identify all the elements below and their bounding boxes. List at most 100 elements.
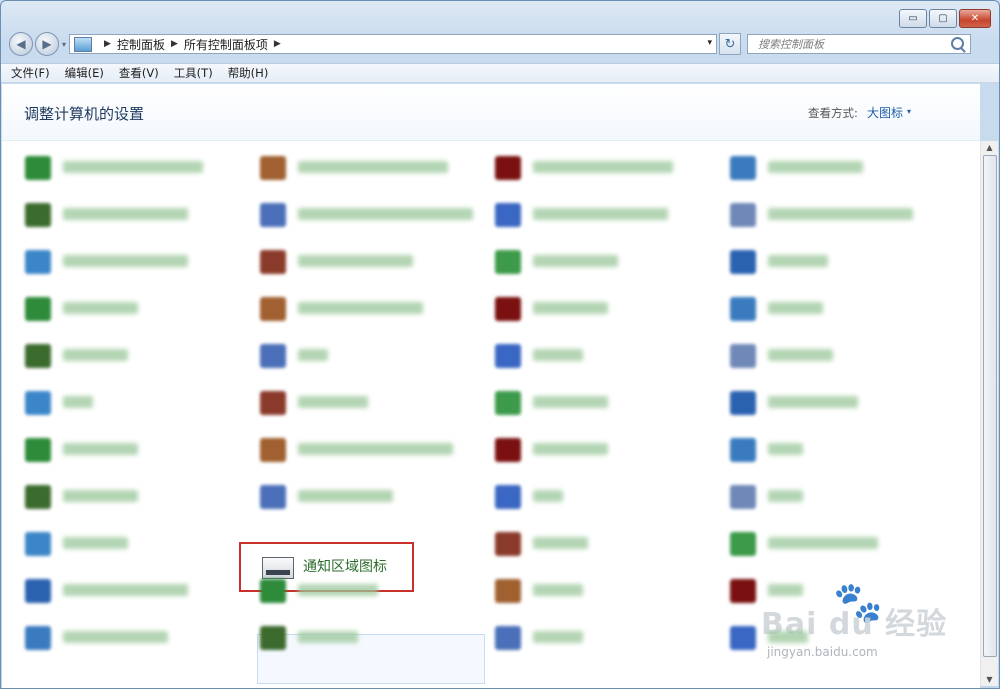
menu-file[interactable]: 文件(F) <box>11 65 50 81</box>
item-label-obscured <box>298 396 368 408</box>
view-by-dropdown[interactable]: 大图标 <box>867 104 903 121</box>
address-dropdown-icon[interactable]: ▾ <box>707 38 712 48</box>
menu-view[interactable]: 查看(V) <box>119 65 159 81</box>
minimize-button[interactable]: ▭ <box>899 9 927 28</box>
item-icon <box>260 485 286 509</box>
item-label-obscured <box>533 443 608 455</box>
control-panel-item[interactable] <box>258 432 483 468</box>
control-panel-item[interactable] <box>493 197 718 233</box>
breadcrumb-control-panel[interactable]: 控制面板 <box>117 36 165 53</box>
control-panel-item[interactable] <box>23 197 248 233</box>
forward-button[interactable]: ▶ <box>35 32 59 56</box>
control-panel-item[interactable] <box>23 291 248 327</box>
item-icon <box>730 203 756 227</box>
item-label-obscured <box>533 349 583 361</box>
vertical-scrollbar[interactable]: ▲ ▼ <box>980 141 998 686</box>
breadcrumb-all-items[interactable]: 所有控制面板项 <box>184 36 268 53</box>
control-panel-item[interactable] <box>493 573 718 609</box>
search-input[interactable] <box>756 36 951 52</box>
item-label-obscured <box>298 631 358 643</box>
item-label-obscured <box>63 255 188 267</box>
control-panel-item[interactable] <box>493 620 718 656</box>
control-panel-item[interactable] <box>258 150 483 186</box>
control-panel-item[interactable] <box>258 620 483 656</box>
item-icon <box>260 344 286 368</box>
item-label-obscured <box>768 161 863 173</box>
page-title: 调整计算机的设置 <box>24 105 145 123</box>
control-panel-item[interactable] <box>23 526 248 562</box>
control-panel-item[interactable] <box>728 291 953 327</box>
control-panel-item[interactable] <box>493 244 718 280</box>
control-panel-item[interactable] <box>23 244 248 280</box>
scroll-up-icon[interactable]: ▲ <box>984 142 995 153</box>
scroll-down-icon[interactable]: ▼ <box>984 674 995 685</box>
item-icon <box>730 250 756 274</box>
item-icon <box>730 438 756 462</box>
control-panel-item[interactable] <box>493 338 718 374</box>
control-panel-item[interactable] <box>258 385 483 421</box>
breadcrumb-separator-icon[interactable]: ▶ <box>104 39 111 49</box>
control-panel-item[interactable] <box>728 197 953 233</box>
scroll-thumb[interactable] <box>983 155 997 657</box>
control-panel-item[interactable] <box>728 150 953 186</box>
window-controls: ▭ ▢ ✕ <box>899 9 991 28</box>
breadcrumb-separator-icon[interactable]: ▶ <box>171 39 178 49</box>
search-box[interactable] <box>747 34 972 54</box>
item-icon <box>495 438 521 462</box>
item-icon <box>730 579 756 603</box>
item-icon <box>730 485 756 509</box>
control-panel-item[interactable] <box>258 197 483 233</box>
control-panel-item[interactable] <box>493 291 718 327</box>
control-panel-item[interactable] <box>23 385 248 421</box>
item-label-obscured <box>533 490 563 502</box>
item-icon <box>730 297 756 321</box>
refresh-button[interactable]: ↻ <box>719 33 742 55</box>
menu-edit[interactable]: 编辑(E) <box>65 65 104 81</box>
navigation-bar: ◀ ▶ ▾ ▶ 控制面板 ▶ 所有控制面板项 ▶ ▾ ↻ <box>9 31 991 57</box>
breadcrumb-separator-icon[interactable]: ▶ <box>274 39 281 49</box>
control-panel-item[interactable] <box>23 338 248 374</box>
control-panel-item[interactable] <box>493 526 718 562</box>
control-panel-item[interactable] <box>23 432 248 468</box>
item-label-obscured <box>768 584 803 596</box>
control-panel-item[interactable] <box>258 479 483 515</box>
control-panel-item[interactable] <box>493 150 718 186</box>
control-panel-item[interactable] <box>258 244 483 280</box>
control-panel-item[interactable] <box>728 244 953 280</box>
item-label-obscured <box>63 584 188 596</box>
control-panel-item[interactable] <box>23 150 248 186</box>
control-panel-item[interactable] <box>728 385 953 421</box>
item-icon <box>25 344 51 368</box>
item-icon <box>730 626 756 650</box>
control-panel-item[interactable] <box>258 573 483 609</box>
recent-pages-dropdown[interactable]: ▾ <box>62 40 66 49</box>
menu-help[interactable]: 帮助(H) <box>228 65 269 81</box>
control-panel-item[interactable] <box>23 620 248 656</box>
control-panel-item[interactable] <box>258 291 483 327</box>
control-panel-item[interactable] <box>728 479 953 515</box>
menu-tools[interactable]: 工具(T) <box>174 65 213 81</box>
item-icon <box>25 297 51 321</box>
control-panel-item[interactable] <box>728 338 953 374</box>
control-panel-item[interactable] <box>23 479 248 515</box>
control-panel-item[interactable] <box>493 479 718 515</box>
item-label-obscured <box>63 208 188 220</box>
view-by-caret-icon[interactable]: ▾ <box>907 107 911 116</box>
close-button[interactable]: ✕ <box>959 9 991 28</box>
control-panel-item[interactable] <box>728 432 953 468</box>
address-bar[interactable]: ▶ 控制面板 ▶ 所有控制面板项 ▶ ▾ <box>69 34 718 54</box>
item-label-obscured <box>298 490 393 502</box>
item-label-obscured <box>63 349 128 361</box>
maximize-button[interactable]: ▢ <box>929 9 957 28</box>
control-panel-item[interactable] <box>728 573 953 609</box>
item-icon <box>25 203 51 227</box>
control-panel-item[interactable] <box>728 526 953 562</box>
control-panel-item[interactable] <box>493 432 718 468</box>
control-panel-item[interactable] <box>23 573 248 609</box>
control-panel-item[interactable] <box>258 338 483 374</box>
search-icon[interactable] <box>951 37 965 50</box>
item-icon <box>495 297 521 321</box>
control-panel-item[interactable] <box>728 620 953 656</box>
control-panel-item[interactable] <box>493 385 718 421</box>
back-button[interactable]: ◀ <box>9 32 33 56</box>
